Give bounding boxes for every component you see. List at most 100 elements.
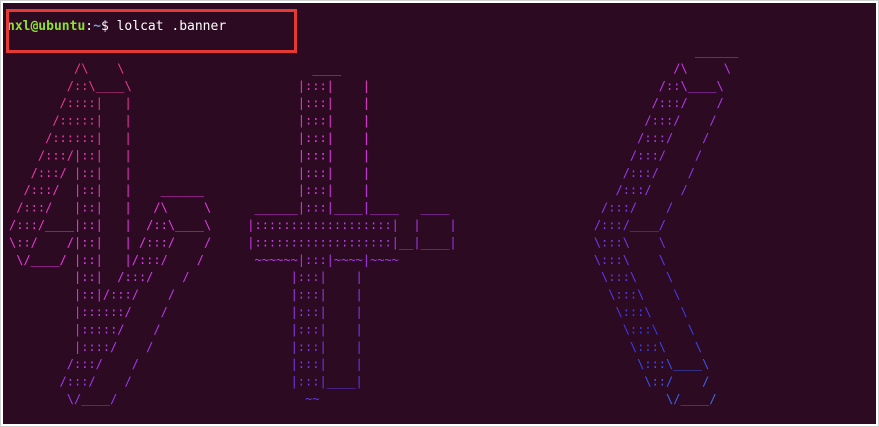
banner-char: : [652,340,659,354]
banner-char: : [291,235,298,249]
banner-char: / [197,253,204,267]
banner-char: : [312,322,319,336]
banner-char: | [291,305,298,319]
banner-char: : [608,201,615,215]
banner-char: : [630,288,637,302]
banner-char: | [298,148,305,162]
banner-char: : [312,375,319,389]
banner-char: : [312,148,319,162]
banner-char: \ [168,218,175,232]
banner-char: / [9,218,16,232]
banner-char: \ [630,270,637,284]
banner-char: ~ [384,253,391,267]
banner-char: / [594,218,601,232]
banner-char: / [16,201,23,215]
banner-char: : [291,218,298,232]
banner-char: / [615,183,622,197]
banner-char: | [74,166,81,180]
banner-char: / [96,357,103,371]
banner-char: : [341,235,348,249]
banner-char: : [319,183,326,197]
banner-char: : [312,305,319,319]
banner-char: ~ [356,253,363,267]
banner-char: : [298,305,305,319]
banner-char: : [81,201,88,215]
banner-char: \ [608,288,615,302]
banner-char: ~ [269,253,276,267]
banner-char: | [363,96,370,110]
banner-char: : [608,253,615,267]
banner-char: : [377,218,384,232]
banner-char: | [96,288,103,302]
banner-char: : [88,322,95,336]
banner-char: | [356,375,363,389]
banner-char: : [312,288,319,302]
banner-char: : [146,253,153,267]
banner-char: : [81,148,88,162]
banner-char: \ [117,61,124,75]
banner-char: : [254,235,261,249]
banner-char: : [110,288,117,302]
banner-char: : [298,218,305,232]
banner-char: : [319,96,326,110]
banner-char: | [74,270,81,284]
banner-char: : [637,322,644,336]
banner-char: : [652,357,659,371]
banner-char: \ [623,253,630,267]
banner-char: | [413,235,420,249]
banner-char: \ [652,322,659,336]
banner-char: : [161,235,168,249]
banner-char: | [125,148,132,162]
banner-char: \ [594,235,601,249]
banner-char: \ [695,340,702,354]
banner-char: / [45,201,52,215]
banner-char: | [298,201,305,215]
banner-char: | [363,114,370,128]
banner-char: : [312,201,319,215]
banner-char: : [363,218,370,232]
banner-char: : [319,235,326,249]
banner-char: : [88,288,95,302]
banner-char: : [110,305,117,319]
banner-char: : [666,96,673,110]
banner-char: / [38,148,45,162]
banner-char: / [45,131,52,145]
banner-char: / [666,201,673,215]
banner-char: / [117,322,124,336]
banner-char: : [608,218,615,232]
terminal-window[interactable]: nxl@ubuntu:~$ lolcat .banner _ _ _ _ _ _ / \ \ _ _… [3,3,876,424]
banner-char: | [319,322,326,336]
banner-char: : [23,218,30,232]
banner-char: : [81,131,88,145]
banner-char: : [153,235,160,249]
banner-char: : [81,166,88,180]
banner-char: : [88,253,95,267]
banner-char: | [125,183,132,197]
banner-char: : [298,340,305,354]
banner-char: / [168,288,175,302]
banner-char: | [363,166,370,180]
banner-char: : [312,96,319,110]
banner-char: : [31,201,38,215]
banner-char: / [688,166,695,180]
banner-char: | [96,235,103,249]
banner-char: : [305,375,312,389]
banner-char: : [88,305,95,319]
banner-char: : [305,201,312,215]
banner-char: \ [702,357,709,371]
banner-char: : [673,96,680,110]
banner-char: : [305,322,312,336]
banner-char: _ [334,61,342,75]
banner-char: : [319,253,326,267]
banner-char: | [96,114,103,128]
banner-char: : [67,96,74,110]
banner-char: | [327,166,334,180]
banner-char: : [31,183,38,197]
banner-char: | [363,201,370,215]
banner-char: : [298,288,305,302]
banner-char: : [659,375,666,389]
banner-char: ~ [262,253,269,267]
banner-char: | [96,148,103,162]
banner-char: / [31,235,38,249]
banner-char: / [659,218,666,232]
